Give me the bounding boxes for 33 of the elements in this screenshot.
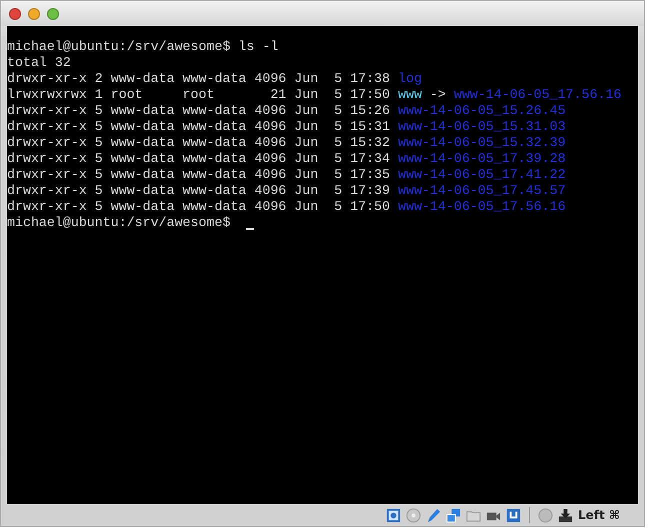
shell-prompt: michael@ubuntu:/srv/awesome$ <box>7 215 232 231</box>
file-info: drwxr-xr-x 2 www-data www-data 4096 Jun 5 17:38 <box>7 71 390 87</box>
download-icon[interactable] <box>558 508 573 522</box>
directory-name: www-14-06-05_17.56.16 <box>398 199 566 215</box>
file-info: drwxr-xr-x 5 www-data www-data 4096 Jun 5 17:34 <box>7 151 390 167</box>
directory-name: www-14-06-05_17.39.28 <box>398 151 566 167</box>
file-info: drwxr-xr-x 5 www-data www-data 4096 Jun 5 17:50 <box>7 199 390 215</box>
shell-prompt: michael@ubuntu:/srv/awesome$ ls -l <box>7 39 278 55</box>
file-info: lrwxrwxrwx 1 root root 21 Jun 5 17:50 <box>7 87 390 103</box>
window-close-button[interactable] <box>9 8 21 20</box>
window-zoom-button[interactable] <box>47 8 59 20</box>
output-text: total 32 <box>7 55 71 71</box>
directory-name: www-14-06-05_15.32.39 <box>398 135 566 151</box>
host-key-label: Left ⌘ <box>578 508 620 522</box>
directory-name: www-14-06-05_15.31.03 <box>398 119 566 135</box>
file-info: drwxr-xr-x 5 www-data www-data 4096 Jun 5 17:39 <box>7 183 390 199</box>
symlink-name: www <box>398 87 422 103</box>
network-icon[interactable] <box>446 508 461 522</box>
cd-icon[interactable] <box>406 508 421 522</box>
pen-icon[interactable] <box>426 508 441 522</box>
directory-name: www-14-06-05_17.45.57 <box>398 183 566 199</box>
usb-icon[interactable] <box>506 508 521 522</box>
link-arrow: -> <box>430 87 446 103</box>
file-info: drwxr-xr-x 5 www-data www-data 4096 Jun 5 15:26 <box>7 103 390 119</box>
link-target: www-14-06-05_17.56.16 <box>454 87 622 103</box>
file-info: drwxr-xr-x 5 www-data www-data 4096 Jun 5 15:32 <box>7 135 390 151</box>
hard-disk-icon[interactable] <box>386 508 401 522</box>
directory-name: log <box>398 71 422 87</box>
window-minimize-button[interactable] <box>28 8 40 20</box>
directory-name: www-14-06-05_15.26.45 <box>398 103 566 119</box>
file-info: drwxr-xr-x 5 www-data www-data 4096 Jun 5 15:31 <box>7 119 390 135</box>
directory-name: www-14-06-05_17.41.22 <box>398 167 566 183</box>
file-info: drwxr-xr-x 5 www-data www-data 4096 Jun 5 17:35 <box>7 167 390 183</box>
